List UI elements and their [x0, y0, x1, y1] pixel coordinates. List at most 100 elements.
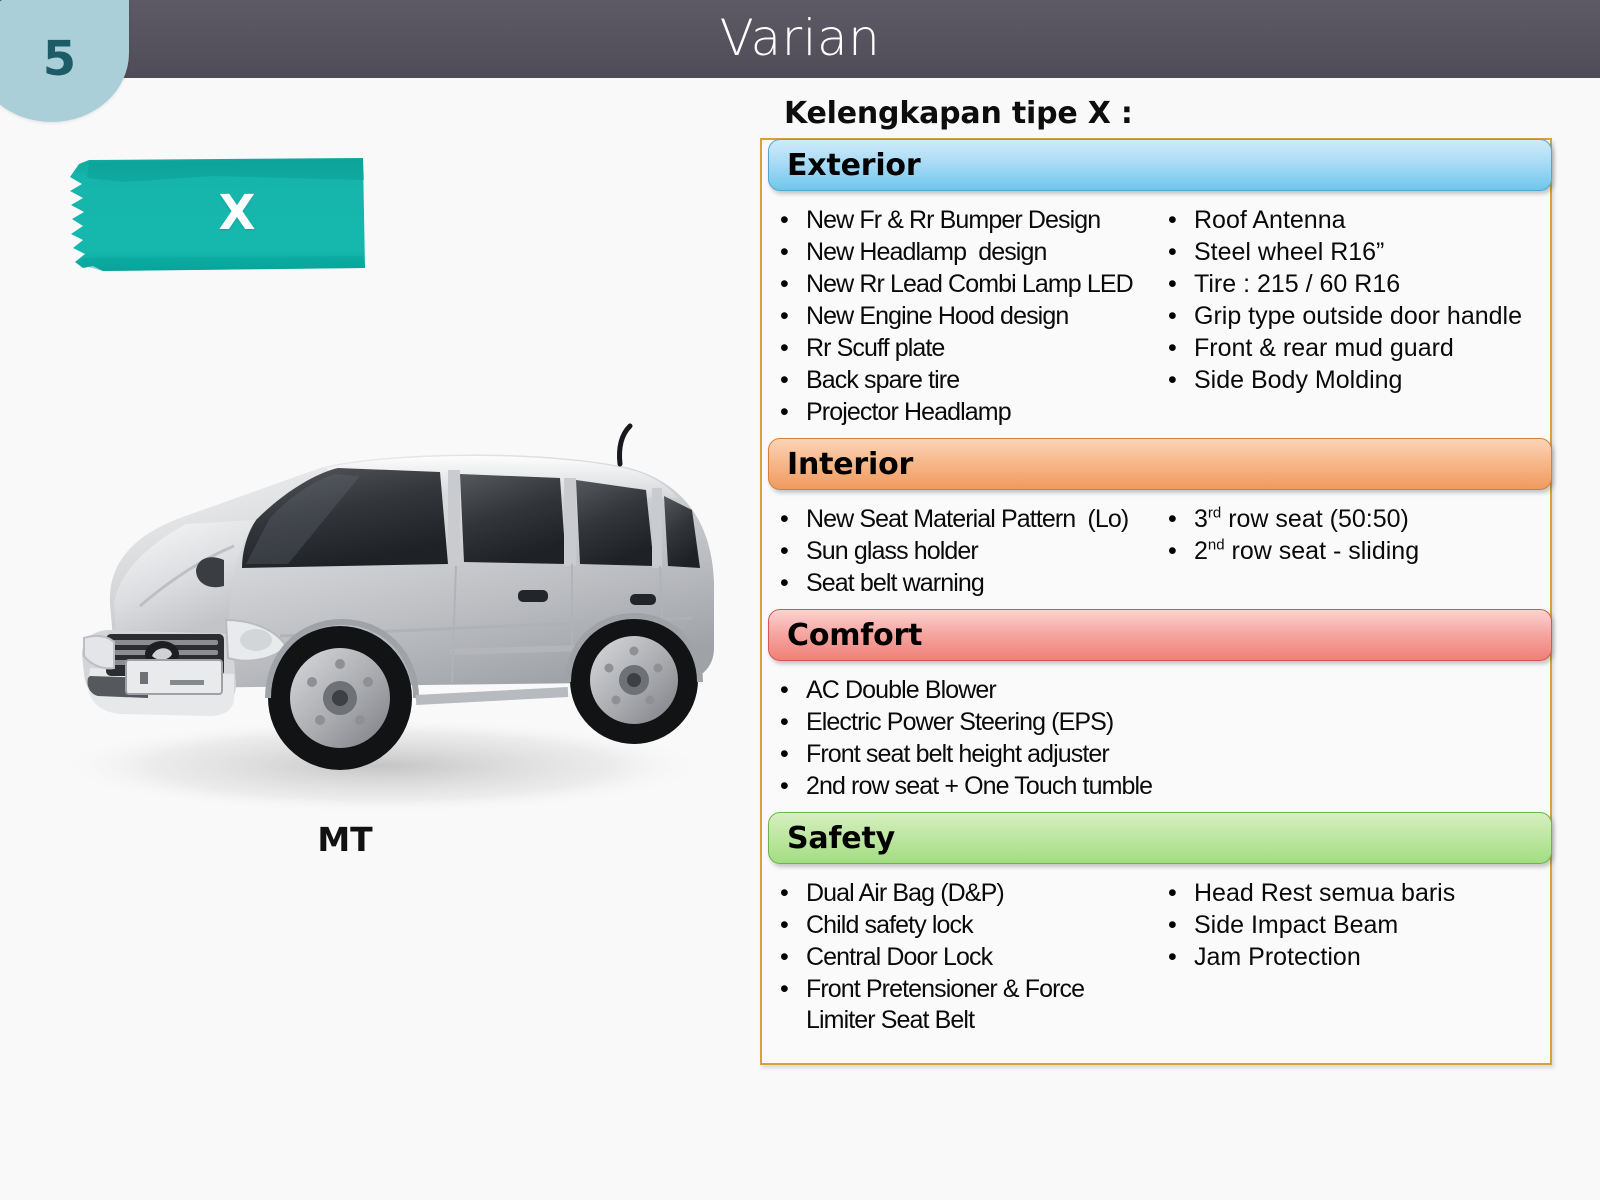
section-header-interior: Interior	[768, 438, 1552, 490]
list-item: • Jam Protection	[1168, 942, 1548, 973]
list-item-label: AC Double Blower	[806, 676, 997, 704]
list-item: • Projector Headlamp	[780, 397, 1162, 428]
list-item-label: Tire : 215 / 60 R16	[1194, 270, 1401, 298]
list-item-label: New Headlamp design	[806, 238, 1047, 266]
variant-chip-label: X	[218, 185, 256, 241]
list-item: • New Engine Hood design	[780, 301, 1162, 332]
bullet-icon: •	[1168, 334, 1177, 362]
bullet-icon: •	[1168, 879, 1177, 907]
list-item: • New Rr Lead Combi Lamp LED	[780, 269, 1162, 300]
list-item-label: New Rr Lead Combi Lamp LED	[806, 270, 1134, 298]
list-item: • Sun glass holder	[780, 536, 1162, 567]
list-item-label: Steel wheel R16”	[1194, 238, 1385, 266]
list-item: • AC Double Blower	[780, 675, 1550, 706]
list-item-label: Electric Power Steering (EPS)	[806, 708, 1114, 736]
section-comfort: Comfort • AC Double Blower • Electric Po…	[762, 609, 1552, 813]
list-item-label: Dual Air Bag (D&P)	[806, 879, 1005, 907]
bullet-icon: •	[780, 943, 789, 971]
bullet-icon: •	[780, 366, 789, 394]
bullet-icon: •	[780, 238, 789, 266]
bullet-icon: •	[780, 569, 789, 597]
list-item-label: Side Body Molding	[1194, 366, 1403, 394]
spec-frame: Exterior • New Fr & Rr Bumper Design • N…	[760, 138, 1552, 1065]
bullet-icon: •	[1168, 302, 1177, 330]
section-title-exterior: Exterior	[787, 147, 921, 183]
exterior-column-left: • New Fr & Rr Bumper Design • New Headla…	[762, 205, 1162, 429]
list-item-label: Front & rear mud guard	[1194, 334, 1454, 362]
bullet-icon: •	[780, 975, 789, 1003]
section-header-exterior: Exterior	[768, 139, 1552, 191]
list-item: • Child safety lock	[780, 910, 1162, 941]
list-item-label: Front Pretensioner & Force Limiter Seat …	[806, 975, 1085, 1034]
section-interior: Interior • New Seat Material Pattern (Lo…	[762, 438, 1552, 610]
list-item: • Dual Air Bag (D&P)	[780, 878, 1162, 909]
bullet-icon: •	[1168, 911, 1177, 939]
list-item-label: Jam Protection	[1194, 943, 1361, 971]
interior-column-right: • 3rd row seat (50:50) • 2nd row seat - …	[1162, 504, 1548, 600]
safety-column-left: • Dual Air Bag (D&P) • Child safety lock…	[762, 878, 1162, 1037]
section-body-comfort: • AC Double Blower • Electric Power Stee…	[762, 661, 1550, 813]
list-item: • Back spare tire	[780, 365, 1162, 396]
bullet-icon: •	[780, 398, 789, 426]
list-item-label: New Seat Material Pattern (Lo)	[806, 505, 1129, 533]
list-item: • Side Body Molding	[1168, 365, 1548, 396]
bullet-icon: •	[780, 334, 789, 362]
list-item-label: 3rd row seat (50:50)	[1194, 504, 1409, 533]
bullet-icon: •	[780, 505, 789, 533]
slide-title-bar: Varian	[0, 0, 1600, 78]
list-item: • New Headlamp design	[780, 237, 1162, 268]
bullet-icon: •	[780, 879, 789, 907]
section-title-interior: Interior	[787, 446, 914, 482]
page-title: Varian	[719, 9, 881, 67]
list-item: • Seat belt warning	[780, 568, 1162, 599]
list-item: • Steel wheel R16”	[1168, 237, 1548, 268]
slide-canvas: Varian 5 X MT Kelengkapan tipe X: Exter…	[0, 0, 1600, 1200]
list-item: • Rr Scuff plate	[780, 333, 1162, 364]
safety-column-right: • Head Rest semua baris • Side Impact Be…	[1162, 878, 1548, 1037]
section-title-comfort: Comfort	[787, 617, 923, 653]
section-header-safety: Safety	[768, 812, 1552, 864]
bullet-icon: •	[780, 708, 789, 736]
list-item: • Front Pretensioner & Force Limiter Sea…	[780, 974, 1162, 1036]
list-item: • Head Rest semua baris	[1168, 878, 1548, 909]
bullet-icon: •	[1168, 505, 1177, 533]
list-item: • 3rd row seat (50:50)	[1168, 504, 1548, 535]
list-item: • 2nd row seat - sliding	[1168, 536, 1548, 567]
bullet-icon: •	[1168, 366, 1177, 394]
section-body-interior: • New Seat Material Pattern (Lo) • Sun g…	[762, 490, 1550, 610]
bullet-icon: •	[780, 772, 789, 800]
list-item-label: Projector Headlamp	[806, 398, 1012, 426]
list-item-label: New Fr & Rr Bumper Design	[806, 206, 1101, 234]
list-item-label: Child safety lock	[806, 911, 974, 939]
list-item-label: Head Rest semua baris	[1194, 879, 1456, 907]
bullet-icon: •	[1168, 206, 1177, 234]
list-item-label: Seat belt warning	[806, 569, 985, 597]
bullet-icon: •	[780, 740, 789, 768]
bullet-icon: •	[780, 302, 789, 330]
list-item: • 2nd row seat + One Touch tumble	[780, 771, 1550, 802]
spec-title: Kelengkapan tipe X :	[784, 96, 1133, 131]
list-item-label: Central Door Lock	[806, 943, 993, 971]
list-item-label: 2nd row seat + One Touch tumble	[806, 772, 1153, 800]
list-item: • Roof Antenna	[1168, 205, 1548, 236]
list-item-label: Back spare tire	[806, 366, 960, 394]
bullet-icon: •	[780, 911, 789, 939]
list-item: • Side Impact Beam	[1168, 910, 1548, 941]
vehicle-pane: X MT	[0, 78, 750, 1200]
list-item-label: Grip type outside door handle	[1194, 302, 1522, 330]
section-body-exterior: • New Fr & Rr Bumper Design • New Headla…	[762, 191, 1550, 439]
list-item: • Grip type outside door handle	[1168, 301, 1548, 332]
list-item: • New Seat Material Pattern (Lo)	[780, 504, 1162, 535]
list-item: • New Fr & Rr Bumper Design	[780, 205, 1162, 236]
bullet-icon: •	[1168, 270, 1177, 298]
list-item-label: Sun glass holder	[806, 537, 979, 565]
bullet-icon: •	[1168, 238, 1177, 266]
bullet-icon: •	[780, 537, 789, 565]
list-item-label: Roof Antenna	[1194, 206, 1346, 234]
list-item: • Front & rear mud guard	[1168, 333, 1548, 364]
section-safety: Safety • Dual Air Bag (D&P) • Child safe…	[762, 812, 1552, 1047]
section-header-comfort: Comfort	[768, 609, 1552, 661]
list-item: • Tire : 215 / 60 R16	[1168, 269, 1548, 300]
list-item: • Front seat belt height adjuster	[780, 739, 1550, 770]
bullet-icon: •	[1168, 537, 1177, 565]
